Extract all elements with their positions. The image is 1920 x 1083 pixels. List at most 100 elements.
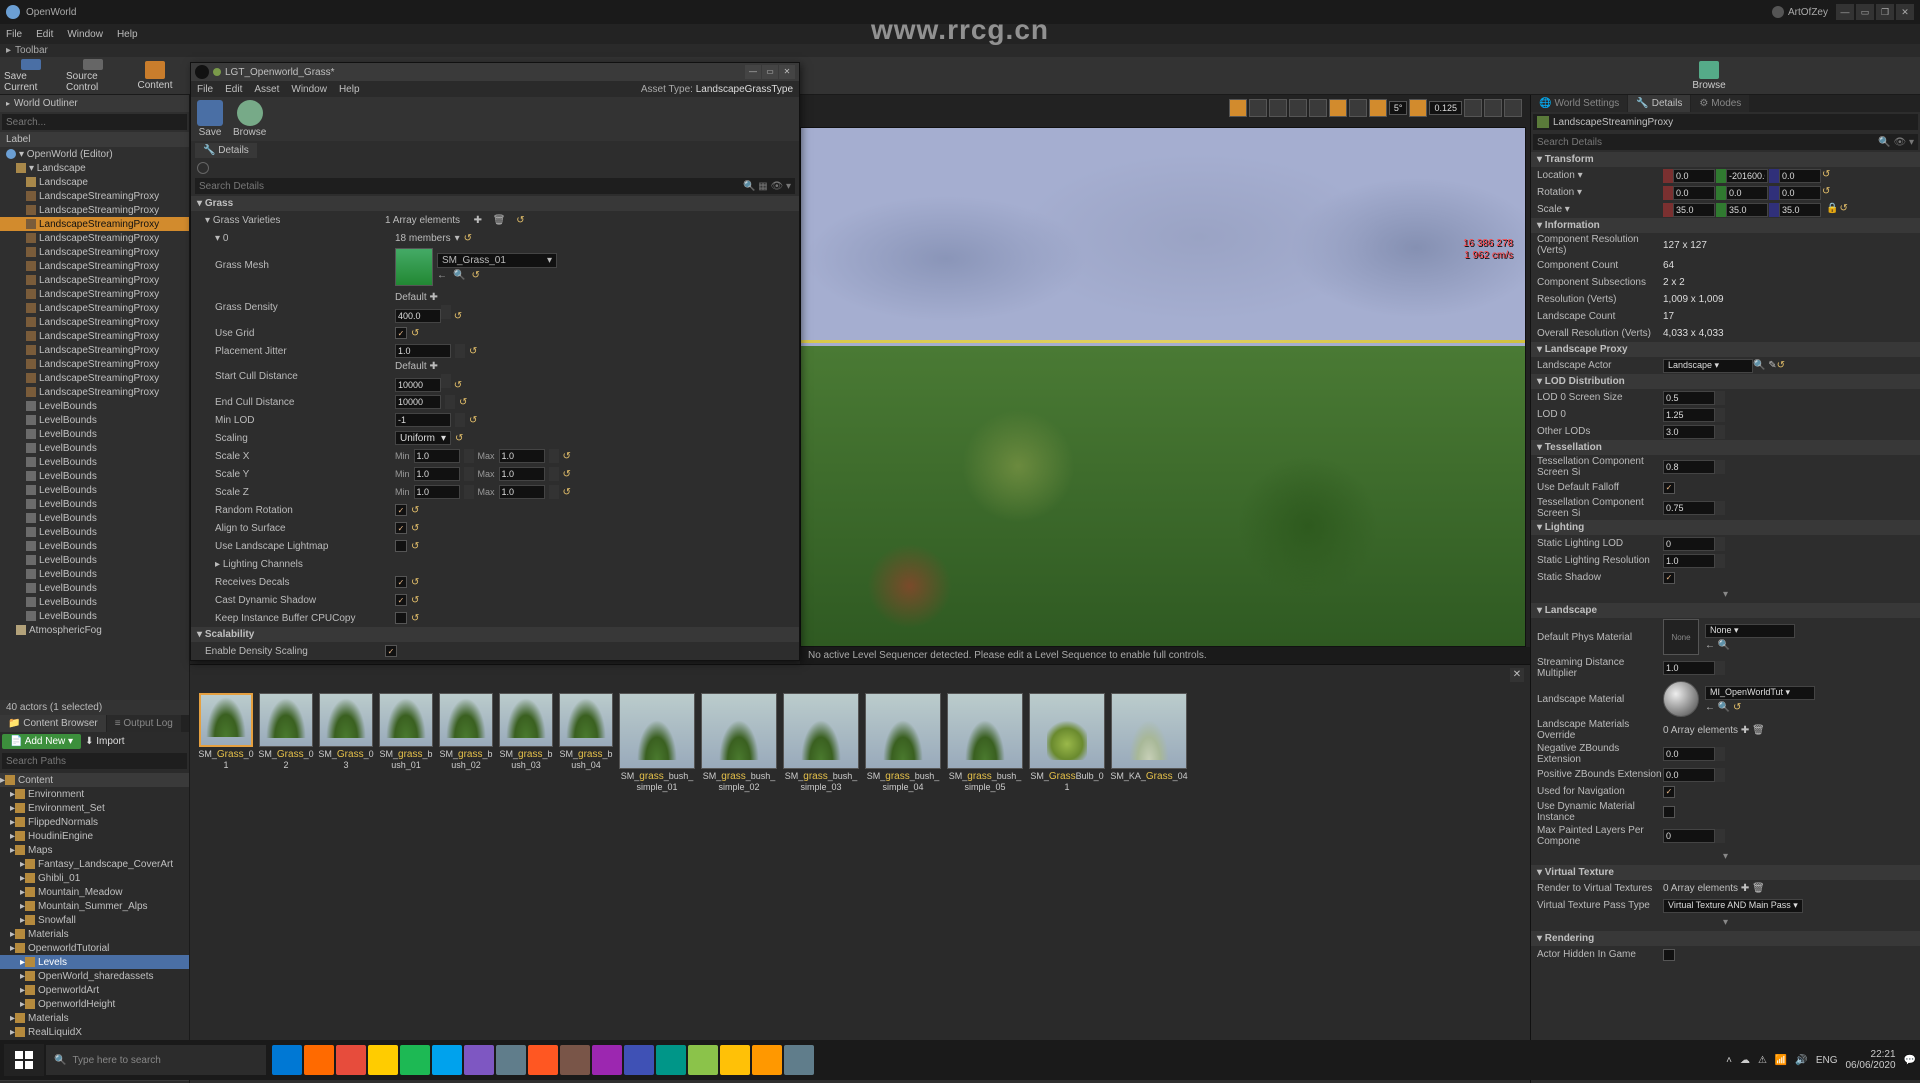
tree-row[interactable]: Landscape (0, 175, 189, 189)
folder-row[interactable]: ▸OpenworldArt (0, 983, 189, 997)
taskbar-app-icon[interactable] (272, 1045, 302, 1075)
tree-row[interactable]: LandscapeStreamingProxy (0, 301, 189, 315)
taskbar-app-icon[interactable] (688, 1045, 718, 1075)
minimize-button[interactable]: — (1836, 4, 1854, 20)
taskbar-app-icon[interactable] (624, 1045, 654, 1075)
scaley-min[interactable] (414, 467, 460, 481)
fmenu-edit[interactable]: Edit (225, 84, 242, 95)
randrot-checkbox[interactable]: ✓ (395, 504, 407, 516)
jitter-input[interactable] (395, 344, 451, 358)
maximize-viewport[interactable] (1504, 99, 1522, 117)
folder-row[interactable]: ▸Snowfall (0, 913, 189, 927)
taskbar-app-icon[interactable] (560, 1045, 590, 1075)
output-log-tab[interactable]: ≡ Output Log (107, 715, 181, 732)
decals-checkbox[interactable]: ✓ (395, 576, 407, 588)
float-close[interactable]: ✕ (779, 65, 795, 79)
mesh-selector[interactable]: SM_Grass_01▾ (437, 253, 557, 268)
modes-tab[interactable]: ⚙ Modes (1691, 95, 1749, 112)
vt-btn-last1[interactable] (1484, 99, 1502, 117)
taskbar-app-icon[interactable] (496, 1045, 526, 1075)
tree-row[interactable]: LandscapeStreamingProxy (0, 357, 189, 371)
tree-row[interactable]: AtmosphericFog (0, 623, 189, 637)
asset-item[interactable]: SM_Grass_03 (318, 693, 374, 1057)
perspective-button[interactable] (1229, 99, 1247, 117)
folder-row[interactable]: ▸Environment_Set (0, 801, 189, 815)
category-header[interactable]: ▾ Landscape Proxy (1531, 342, 1920, 357)
tray-icon[interactable]: ⚠ (1758, 1055, 1767, 1066)
snap-angle[interactable]: 5° (1389, 101, 1408, 115)
tree-row[interactable]: LevelBounds (0, 441, 189, 455)
tree-row[interactable]: LevelBounds (0, 413, 189, 427)
folder-row[interactable]: ▸Environment (0, 787, 189, 801)
scalez-min[interactable] (414, 485, 460, 499)
taskbar-app-icon[interactable] (432, 1045, 462, 1075)
asset-item[interactable]: SM_grass_bush_simple_04 (864, 693, 942, 1057)
vt-btn-2[interactable] (1249, 99, 1267, 117)
taskbar-app-icon[interactable] (752, 1045, 782, 1075)
folder-row[interactable]: ▸Mountain_Meadow (0, 885, 189, 899)
outliner-search[interactable]: Search... (2, 114, 187, 130)
asset-item[interactable]: SM_grass_bush_01 (378, 693, 434, 1057)
menu-file[interactable]: File (6, 29, 22, 40)
tree-row[interactable]: LandscapeStreamingProxy (0, 385, 189, 399)
float-min[interactable]: — (745, 65, 761, 79)
scale-snap[interactable] (1409, 99, 1427, 117)
scalability-category[interactable]: ▾ Scalability (191, 627, 799, 642)
asset-item[interactable]: SM_grass_bush_04 (558, 693, 614, 1057)
folder-row[interactable]: ▸Fantasy_Landscape_CoverArt (0, 857, 189, 871)
viewport[interactable]: 16 386 278 1 962 cm/s (800, 127, 1526, 647)
min-lod-input[interactable] (395, 413, 451, 427)
fmenu-help[interactable]: Help (339, 84, 360, 95)
notifications-icon[interactable]: 💬 (1904, 1055, 1916, 1066)
world-settings-tab[interactable]: 🌐 World Settings (1531, 95, 1627, 112)
tree-row[interactable]: LandscapeStreamingProxy (0, 315, 189, 329)
source-control-button[interactable]: Source Control (66, 59, 120, 93)
folder-row[interactable]: ▸Content (0, 773, 189, 787)
snap-scale[interactable]: 0.125 (1429, 101, 1462, 115)
taskbar-app-icon[interactable] (368, 1045, 398, 1075)
float-titlebar[interactable]: LGT_Openworld_Grass* —▭✕ (191, 63, 799, 81)
camera-speed[interactable] (1464, 99, 1482, 117)
tray-icon[interactable]: ☁ (1740, 1055, 1750, 1066)
tree-row[interactable]: LevelBounds (0, 483, 189, 497)
maximize-button[interactable]: ▭ (1856, 4, 1874, 20)
taskbar-app-icon[interactable] (464, 1045, 494, 1075)
end-cull-input[interactable] (395, 395, 441, 409)
use-selected-icon[interactable]: ← (437, 270, 447, 281)
vt-btn-6[interactable] (1329, 99, 1347, 117)
reset-icon[interactable]: ↺ (471, 270, 479, 281)
folder-row[interactable]: ▸Maps (0, 843, 189, 857)
grass-category[interactable]: ▾ Grass (191, 196, 799, 211)
tree-row[interactable]: LandscapeStreamingProxy (0, 203, 189, 217)
fmenu-window[interactable]: Window (291, 84, 327, 95)
category-header[interactable]: ▾ Virtual Texture (1531, 865, 1920, 880)
scalez-max[interactable] (499, 485, 545, 499)
taskbar-app-icon[interactable] (304, 1045, 334, 1075)
tree-row[interactable]: LevelBounds (0, 595, 189, 609)
category-header[interactable]: ▾ Landscape (1531, 603, 1920, 618)
tree-row[interactable]: LevelBounds (0, 609, 189, 623)
tree-row[interactable]: LevelBounds (0, 399, 189, 413)
tree-row[interactable]: LevelBounds (0, 553, 189, 567)
menu-window[interactable]: Window (67, 29, 103, 40)
asset-item[interactable]: SM_Grass_02 (258, 693, 314, 1057)
vt-btn-4[interactable] (1289, 99, 1307, 117)
tree-row[interactable]: LandscapeStreamingProxy (0, 259, 189, 273)
folder-row[interactable]: ▸Levels (0, 955, 189, 969)
details-tab[interactable]: 🔧 Details (1628, 95, 1690, 112)
reset-icon[interactable]: ↺ (464, 233, 472, 244)
tree-row[interactable]: LandscapeStreamingProxy (0, 287, 189, 301)
density-input[interactable] (395, 309, 441, 323)
taskbar-app-icon[interactable] (400, 1045, 430, 1075)
asset-item[interactable]: SM_grass_bush_02 (438, 693, 494, 1057)
tree-row[interactable]: LandscapeStreamingProxy (0, 273, 189, 287)
clock[interactable]: 22:2106/06/2020 (1845, 1049, 1895, 1071)
asset-item[interactable]: SM_GrassBulb_01 (1028, 693, 1106, 1057)
taskbar-search[interactable]: 🔍 Type here to search (46, 1045, 266, 1075)
scalex-max[interactable] (499, 449, 545, 463)
scaling-select[interactable]: Uniform▾ (395, 431, 451, 445)
scalex-min[interactable] (414, 449, 460, 463)
folder-row[interactable]: ▸RealLiquidX (0, 1025, 189, 1039)
float-max[interactable]: ▭ (762, 65, 778, 79)
category-header[interactable]: ▾ Tessellation (1531, 440, 1920, 455)
